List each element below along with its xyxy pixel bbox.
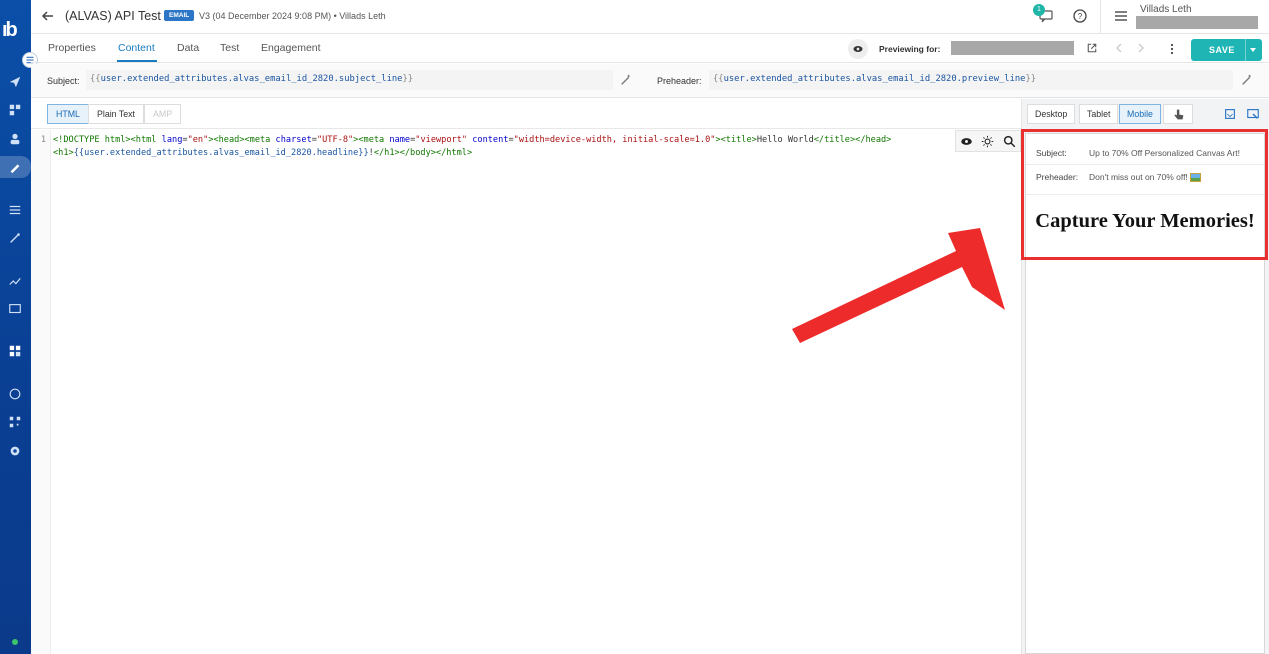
- chevron-right-icon[interactable]: [1136, 43, 1146, 53]
- brush-icon[interactable]: [7, 159, 23, 175]
- archive-icon[interactable]: [1223, 107, 1237, 121]
- code-editor[interactable]: <!DOCTYPE html><html lang="en"><head><me…: [53, 134, 958, 160]
- tab-test[interactable]: Test: [220, 42, 239, 54]
- tablet-view-button[interactable]: Tablet: [1079, 104, 1119, 124]
- html-mode-button[interactable]: HTML: [47, 104, 89, 124]
- desktop-view-button[interactable]: Desktop: [1027, 104, 1076, 124]
- globe-icon[interactable]: [7, 386, 23, 402]
- help-icon[interactable]: ?: [1072, 8, 1088, 24]
- pointer-hand-icon: [1174, 109, 1184, 120]
- plain-text-mode-button[interactable]: Plain Text: [88, 104, 144, 124]
- more-options-icon[interactable]: [1167, 43, 1177, 55]
- line-number: 1: [40, 135, 46, 145]
- save-button[interactable]: SAVE: [1191, 39, 1262, 61]
- preheader-label: Preheader:: [657, 76, 702, 86]
- search-icon[interactable]: [1002, 134, 1016, 148]
- tabs-row: Properties Content Data Test Engagement …: [31, 35, 1269, 63]
- subject-preheader-row: Subject: {{user.extended_attributes.alva…: [31, 64, 1269, 98]
- preheader-input[interactable]: {{user.extended_attributes.alvas_email_i…: [709, 70, 1233, 90]
- status-dot: [12, 639, 18, 645]
- preheader-magic-icon[interactable]: [1240, 73, 1254, 87]
- external-link-icon[interactable]: [1086, 42, 1098, 54]
- chevron-left-icon[interactable]: [1114, 43, 1124, 53]
- magic-wand-icon[interactable]: [7, 230, 23, 246]
- app-root: ıb (ALVAS) API Test EMAIL V3 (04 Decembe…: [0, 0, 1269, 654]
- active-tab-underline: [117, 60, 157, 62]
- email-badge: EMAIL: [164, 10, 195, 21]
- svg-text:?: ?: [1078, 12, 1083, 21]
- page-title: (ALVAS) API Test: [65, 9, 161, 23]
- preview-user-select[interactable]: [951, 41, 1074, 55]
- subject-label: Subject:: [47, 76, 80, 86]
- line-number-gutter: 1: [31, 130, 51, 654]
- save-dropdown-icon[interactable]: [1250, 48, 1256, 52]
- notification-count: 1: [1033, 4, 1045, 16]
- reports-icon[interactable]: [7, 301, 23, 317]
- code-headline-variable: user.extended_attributes.alvas_email_id_…: [84, 148, 359, 158]
- qr-icon[interactable]: [7, 414, 23, 430]
- gear-icon[interactable]: [7, 443, 23, 459]
- eye-icon[interactable]: [960, 134, 974, 148]
- save-button-divider: [1245, 39, 1246, 61]
- editor-tools: [955, 130, 1021, 152]
- top-header: (ALVAS) API Test EMAIL V3 (04 December 2…: [31, 0, 1269, 34]
- left-nav-rail: ıb: [0, 0, 38, 654]
- version-info: V3 (04 December 2024 9:08 PM) • Villads …: [199, 11, 386, 21]
- subject-magic-icon[interactable]: [619, 73, 633, 87]
- audience-icon[interactable]: [7, 131, 23, 147]
- code-title-text: Hello World: [756, 135, 814, 145]
- popout-preview-icon[interactable]: [1246, 107, 1260, 121]
- save-button-label: SAVE: [1209, 45, 1235, 55]
- tab-data[interactable]: Data: [177, 42, 199, 54]
- tab-content[interactable]: Content: [118, 42, 155, 54]
- subject-value: user.extended_attributes.alvas_email_id_…: [100, 74, 403, 84]
- mobile-view-button[interactable]: Mobile: [1119, 104, 1161, 124]
- amp-mode-button: AMP: [144, 104, 182, 124]
- annotation-highlight-box: [1021, 129, 1268, 260]
- dashboard-icon[interactable]: [7, 102, 23, 118]
- menu-icon[interactable]: [1113, 8, 1129, 24]
- interactive-view-button[interactable]: [1163, 104, 1193, 124]
- user-name[interactable]: Villads Leth: [1140, 4, 1192, 15]
- previewing-label: Previewing for:: [879, 44, 941, 54]
- tab-engagement[interactable]: Engagement: [261, 42, 321, 54]
- redacted-user-info: [1136, 16, 1258, 29]
- send-icon[interactable]: [7, 74, 23, 90]
- apps-icon[interactable]: [7, 343, 23, 359]
- header-divider: [1100, 0, 1101, 34]
- preview-eye-icon[interactable]: [848, 39, 868, 59]
- editor-toolbar: HTML Plain Text AMP: [31, 99, 1021, 129]
- analytics-icon[interactable]: [7, 273, 23, 289]
- preheader-value: user.extended_attributes.alvas_email_id_…: [723, 74, 1026, 84]
- annotation-arrow-icon: [792, 228, 1005, 343]
- settings-sliders-icon[interactable]: [7, 202, 23, 218]
- tab-properties[interactable]: Properties: [48, 42, 96, 54]
- theme-sun-icon[interactable]: [981, 134, 995, 148]
- subject-input[interactable]: {{user.extended_attributes.alvas_email_i…: [86, 70, 613, 90]
- braze-logo-icon[interactable]: ıb: [2, 19, 29, 41]
- back-arrow-icon[interactable]: [41, 9, 55, 23]
